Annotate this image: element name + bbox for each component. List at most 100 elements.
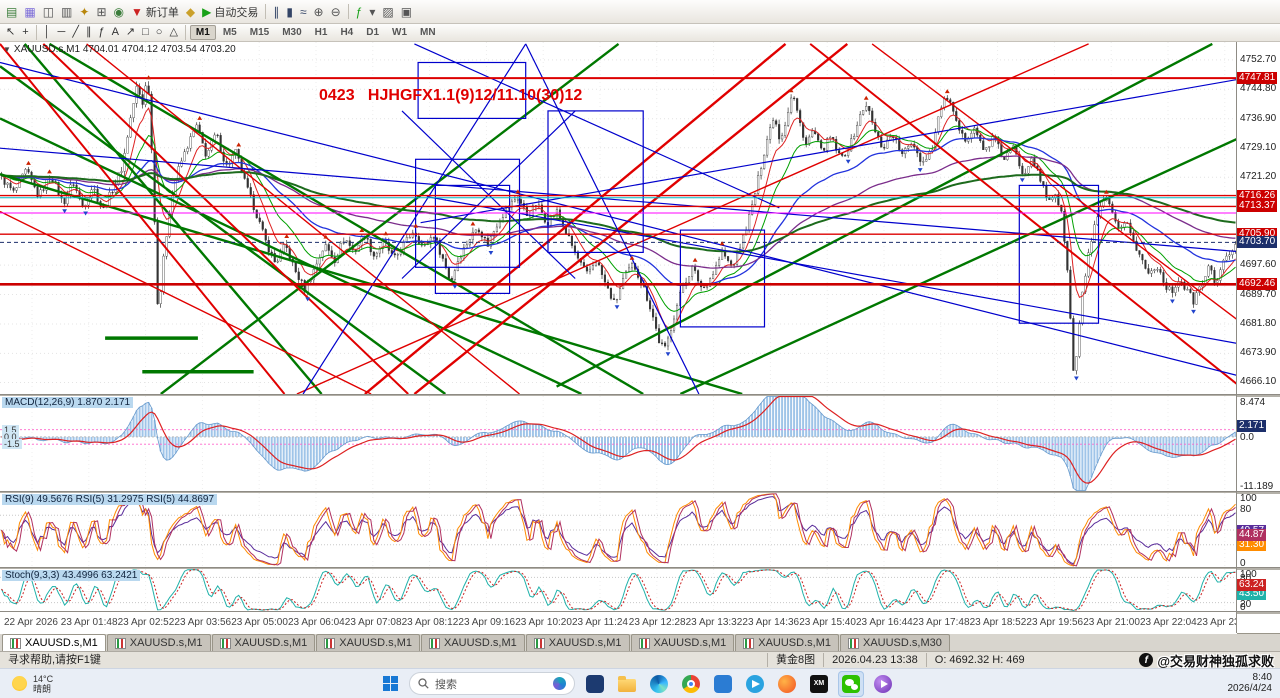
- autotrading-button[interactable]: ▶自动交易: [199, 3, 261, 21]
- zoom-out-icon[interactable]: ⊖: [328, 3, 344, 21]
- toolbar-separator: [348, 4, 349, 19]
- chart-tab[interactable]: XAUUSD.s,M1: [316, 634, 420, 651]
- channel-icon-glyph: ∥: [86, 27, 92, 38]
- main-chart-panel[interactable]: 0423 HJHGFX1.1(9)12/11.10(30)12▼XAUUSD.s…: [0, 42, 1237, 394]
- new-chart-icon[interactable]: ▤: [3, 3, 20, 21]
- cursor-icon-glyph: ↖: [6, 27, 15, 38]
- vertical-line-icon[interactable]: │: [41, 24, 54, 42]
- chart-tab[interactable]: XAUUSD.s,M1: [107, 634, 211, 651]
- rsi-label[interactable]: RSI(9) 49.5676 RSI(5) 31.2975 RSI(5) 44.…: [2, 494, 217, 505]
- toolbar-separator: [265, 4, 266, 19]
- wechat-icon[interactable]: [838, 671, 864, 697]
- chart-tab[interactable]: XAUUSD.s,M1: [2, 634, 106, 651]
- horizontal-line-icon[interactable]: ─: [55, 24, 69, 42]
- collapse-arrow-icon[interactable]: ▼: [3, 45, 11, 54]
- fibonacci-icon[interactable]: ƒ: [95, 24, 107, 42]
- stochastic-label[interactable]: Stoch(9,3,3) 43.4996 63.2421: [2, 570, 140, 581]
- market-watch-icon[interactable]: ◫: [40, 3, 57, 21]
- ellipse-icon[interactable]: ○: [153, 24, 166, 42]
- tile-windows-icon[interactable]: ▣: [398, 3, 415, 21]
- axis-price-label: 4673.90: [1240, 347, 1276, 358]
- taskbar-clock[interactable]: 8:40 2026/4/24: [1228, 672, 1273, 694]
- telegram-icon[interactable]: [742, 671, 768, 697]
- search-highlights-icon: [553, 677, 566, 690]
- timeframe-m5[interactable]: M5: [217, 25, 243, 40]
- stochastic-panel[interactable]: Stoch(9,3,3) 43.4996 63.2421: [0, 569, 1237, 611]
- price-scale[interactable]: 4752.704744.804736.904729.104721.204697.…: [1236, 42, 1280, 633]
- xm-app-icon[interactable]: XM: [806, 671, 832, 697]
- crosshair-icon[interactable]: +: [19, 24, 31, 42]
- timeframe-m1[interactable]: M1: [190, 25, 216, 40]
- trendline-icon[interactable]: ╱: [69, 24, 82, 42]
- bar-chart-icon[interactable]: ∥: [270, 3, 282, 21]
- chart-tab[interactable]: XAUUSD.s,M1: [735, 634, 839, 651]
- strategy-tester-icon[interactable]: ◉: [111, 3, 127, 21]
- app-orange-icon[interactable]: [774, 671, 800, 697]
- data-window-icon[interactable]: ▥: [58, 3, 75, 21]
- candle-chart-icon-glyph: ▮: [286, 6, 293, 18]
- profiles-icon[interactable]: ▦: [21, 3, 38, 21]
- cursor-icon[interactable]: ↖: [3, 24, 18, 42]
- terminal-icon[interactable]: ⊞: [93, 3, 109, 21]
- chart-tab-icon: [10, 638, 21, 649]
- search-input[interactable]: 搜索: [409, 672, 575, 695]
- file-explorer-icon[interactable]: [614, 671, 640, 697]
- axis-price-label: 80: [1240, 504, 1251, 515]
- time-axis-label: 23 Apr 07:08: [345, 617, 402, 628]
- navigator-icon[interactable]: ✦: [76, 3, 92, 21]
- rsi-panel[interactable]: RSI(9) 49.5676 RSI(5) 31.2975 RSI(5) 44.…: [0, 493, 1237, 567]
- arrows-icon[interactable]: ↗: [123, 24, 138, 42]
- timeframe-d1[interactable]: D1: [360, 25, 385, 40]
- media-player-icon-glyph: [874, 675, 892, 693]
- timeframe-m15[interactable]: M15: [244, 25, 275, 40]
- zoom-in-icon[interactable]: ⊕: [311, 3, 327, 21]
- metaeditor-icon[interactable]: ◆: [183, 3, 198, 21]
- status-profile[interactable]: 黄金8图: [768, 653, 824, 667]
- taskview-app-icon[interactable]: [582, 671, 608, 697]
- timeframe-w1[interactable]: W1: [386, 25, 413, 40]
- weather-widget[interactable]: 14°C 晴朗: [0, 669, 65, 698]
- media-player-icon[interactable]: [870, 671, 896, 697]
- timeframe-h4[interactable]: H4: [334, 25, 359, 40]
- new-order-button[interactable]: ▼新订单: [128, 3, 182, 21]
- scale-separator: [1237, 394, 1280, 397]
- time-axis-label: 23 Apr 06:04: [288, 617, 345, 628]
- templates-icon[interactable]: ▨: [379, 3, 396, 21]
- line-chart-icon[interactable]: ≈: [297, 3, 310, 21]
- text-label-icon[interactable]: A: [109, 24, 122, 42]
- symbol-ohlc-text: XAUUSD.s,M1 4704.01 4704.12 4703.54 4703…: [14, 44, 236, 55]
- indicators-add-icon[interactable]: ƒ: [353, 3, 366, 21]
- chart-tab[interactable]: XAUUSD.s,M1: [212, 634, 316, 651]
- axis-price-label: 4744.80: [1240, 83, 1276, 94]
- triangle-icon[interactable]: △: [166, 24, 180, 42]
- timeframe-m30[interactable]: M30: [276, 25, 307, 40]
- time-axis-label: 23 Apr 16:44: [856, 617, 913, 628]
- chrome-browser-icon-glyph: [682, 675, 700, 693]
- tile-windows-icon-glyph: ▣: [401, 6, 412, 18]
- office-app-icon[interactable]: [710, 671, 736, 697]
- candle-chart-icon[interactable]: ▮: [283, 3, 296, 21]
- macd-label[interactable]: MACD(12,26,9) 1.870 2.171: [2, 397, 133, 408]
- chart-tab[interactable]: XAUUSD.s,M1: [421, 634, 525, 651]
- chart-tab[interactable]: XAUUSD.s,M1: [631, 634, 735, 651]
- macd-panel[interactable]: MACD(12,26,9) 1.870 2.1711.50.0-1.5: [0, 396, 1237, 491]
- edge-browser-icon[interactable]: [646, 671, 672, 697]
- chart-tab[interactable]: XAUUSD.s,M1: [526, 634, 630, 651]
- time-axis[interactable]: 22 Apr 202623 Apr 01:4823 Apr 02:5223 Ap…: [0, 611, 1237, 634]
- timeframe-h1[interactable]: H1: [309, 25, 334, 40]
- chart-tab-label: XAUUSD.s,M1: [339, 637, 412, 649]
- start-button[interactable]: [378, 672, 402, 696]
- autotrading-button-glyph: ▶: [202, 6, 211, 18]
- channel-icon[interactable]: ∥: [83, 24, 95, 42]
- zoom-in-icon-glyph: ⊕: [314, 6, 324, 18]
- timeframe-mn[interactable]: MN: [414, 25, 442, 40]
- chrome-browser-icon[interactable]: [678, 671, 704, 697]
- periods-dropdown[interactable]: ▾: [366, 3, 378, 21]
- rectangle-icon[interactable]: □: [139, 24, 152, 42]
- watermark: f @交易财神独孤求败: [1139, 652, 1274, 668]
- status-readout-ohlc: O: 4692.32 H: 469: [927, 653, 1033, 667]
- chart-tab-icon: [743, 638, 754, 649]
- office-app-icon-glyph: [714, 675, 732, 693]
- chart-tab[interactable]: XAUUSD.s,M30: [840, 634, 950, 651]
- time-axis-label: 23 Apr 05:00: [231, 617, 288, 628]
